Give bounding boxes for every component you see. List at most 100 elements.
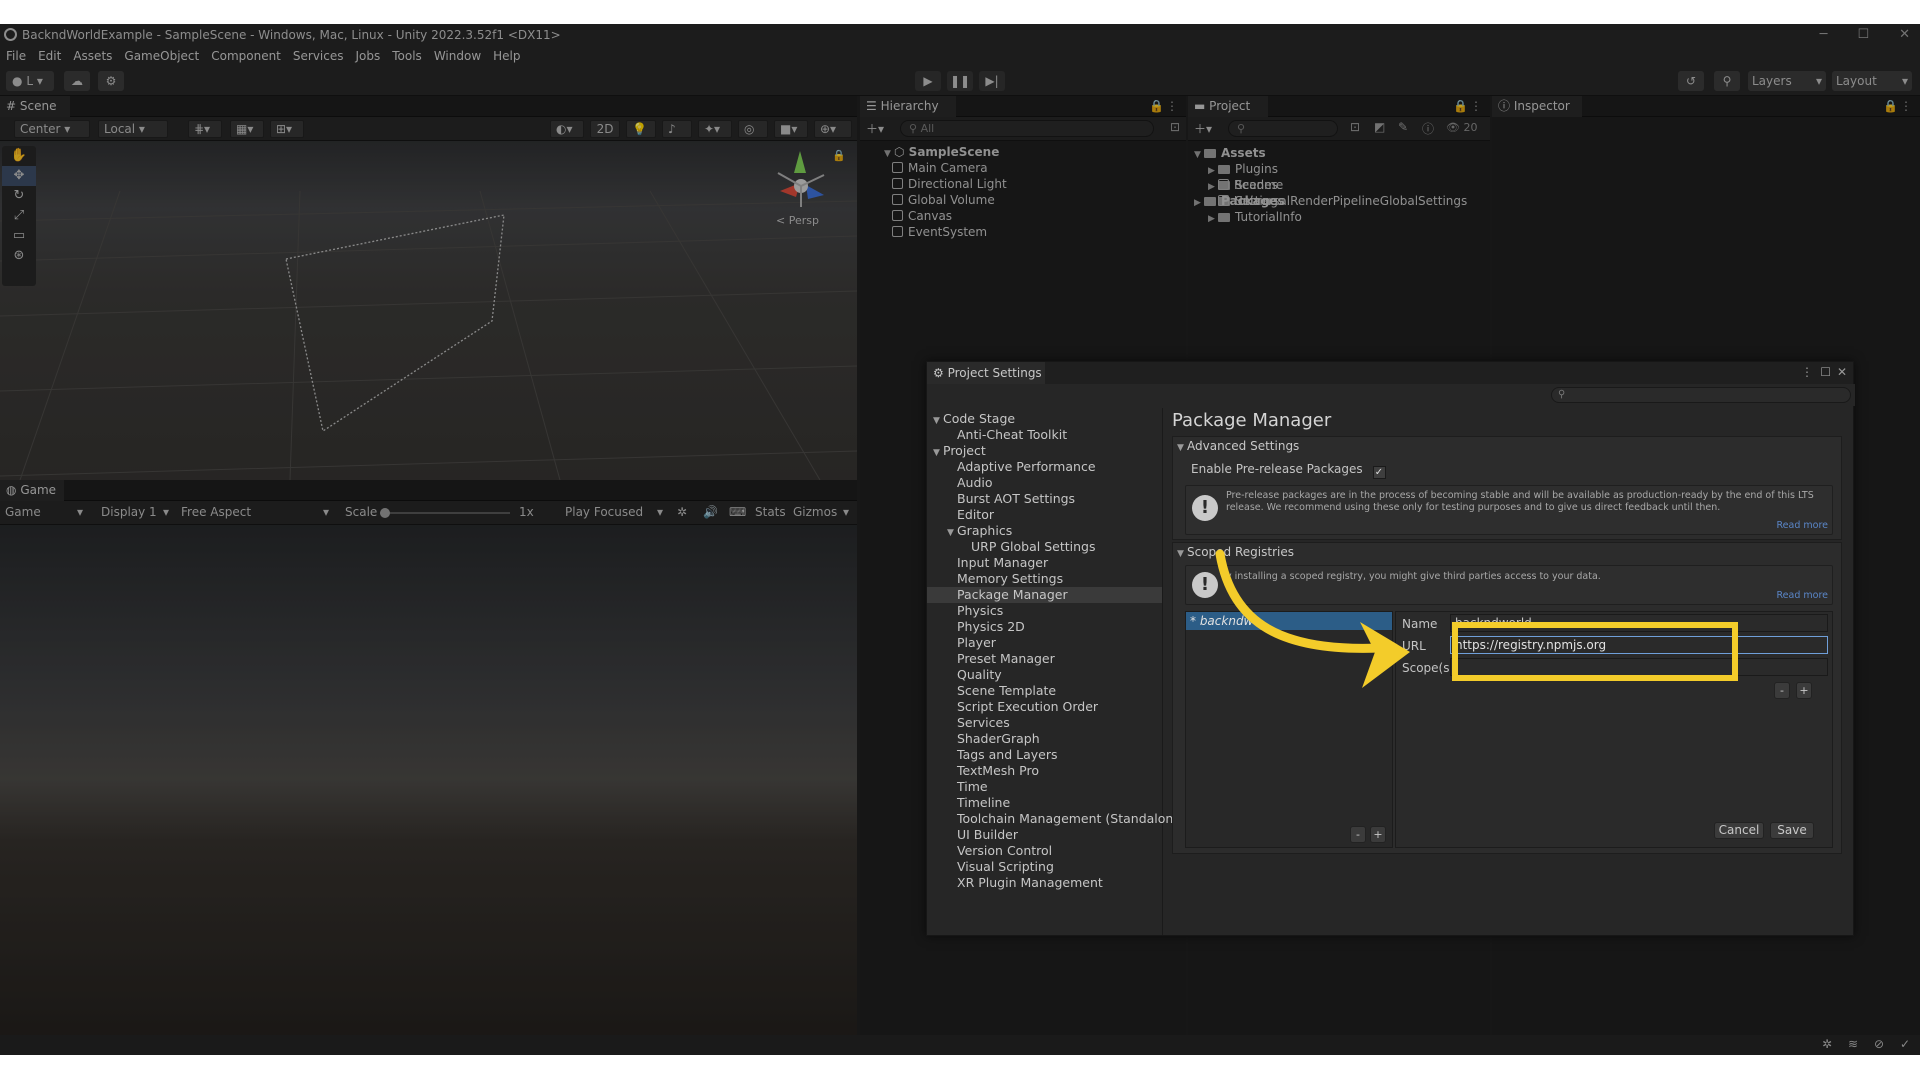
expand-arrow-icon[interactable]: ▼ [1177, 545, 1187, 563]
play-button[interactable]: ▶ [915, 71, 941, 91]
layers-icon[interactable]: ≋ [1848, 1037, 1858, 1051]
settings-item-preset-manager[interactable]: Preset Manager [927, 651, 1162, 667]
layers-dropdown[interactable]: Layers ▾ [1748, 71, 1826, 91]
increment-snap-icon[interactable]: ⊞▾ [270, 120, 304, 138]
settings-item-textmesh-pro[interactable]: TextMesh Pro [927, 763, 1162, 779]
keyboard-icon[interactable]: ⌨ [724, 504, 746, 522]
project-search-input[interactable]: ⚲ [1228, 120, 1338, 137]
scale-tool-icon[interactable]: ⤢ [2, 206, 36, 226]
audio-icon[interactable]: ♪ [662, 120, 692, 138]
tab-hierarchy[interactable]: ☰ Hierarchy [860, 96, 956, 117]
collapse-arrow-icon[interactable]: ▶ [1194, 195, 1204, 211]
snap-icon[interactable]: ⋕▾ [188, 120, 222, 138]
settings-item-physics[interactable]: Physics [927, 603, 1162, 619]
settings-item-script-execution-order[interactable]: Script Execution Order [927, 699, 1162, 715]
account-dropdown[interactable]: ● L ▾ [6, 71, 54, 91]
gizmos-dropdown[interactable]: Gizmos ▾ [788, 504, 854, 522]
menu-item-window[interactable]: Window [434, 46, 481, 66]
projection-label[interactable]: < Persp [776, 214, 819, 227]
settings-item-memory-settings[interactable]: Memory Settings [927, 571, 1162, 587]
display-dropdown[interactable]: Display 1 ▾ [96, 504, 174, 522]
game-view-dropdown[interactable]: Game ▾ [0, 504, 88, 522]
expand-arrow-icon[interactable]: ▼ [1194, 147, 1204, 163]
settings-item-services[interactable]: Services [927, 715, 1162, 731]
expand-arrow-icon[interactable]: ▼ [1177, 439, 1187, 457]
add-icon[interactable]: ＋▾ [1194, 120, 1212, 137]
maximize-button[interactable]: ☐ [1857, 24, 1869, 46]
tab-scene[interactable]: # Scene [0, 96, 70, 117]
settings-item-anti-cheat-toolkit[interactable]: Anti-Cheat Toolkit [927, 427, 1162, 443]
lighting-icon[interactable]: 💡 [626, 120, 656, 138]
remove-scope-button[interactable]: - [1774, 682, 1790, 699]
settings-item-scene-template[interactable]: Scene Template [927, 683, 1162, 699]
lock-icon[interactable]: 🔒 [832, 149, 846, 162]
url-input[interactable]: https://registry.npmjs.org [1450, 636, 1828, 654]
more-icon[interactable]: ⋮ [1470, 99, 1482, 113]
registry-list-item[interactable]: * backndwo [1186, 612, 1392, 630]
lock-icon[interactable]: 🔒 [1453, 99, 1468, 113]
settings-item-adaptive-performance[interactable]: Adaptive Performance [927, 459, 1162, 475]
filter-type-icon[interactable]: ◩ [1374, 120, 1385, 134]
settings-item-time[interactable]: Time [927, 779, 1162, 795]
visibility-icon[interactable]: ◎ [738, 120, 768, 138]
grid-snap-icon[interactable]: ▦▾ [230, 120, 264, 138]
scene-viewport[interactable]: < Persp 🔒 [0, 141, 857, 480]
game-viewport[interactable] [0, 525, 857, 1055]
hierarchy-item[interactable]: Canvas [892, 208, 1186, 224]
settings-search-input[interactable]: ⚲ [1551, 387, 1851, 403]
read-more-link[interactable]: Read more [1777, 520, 1829, 531]
scale-slider[interactable] [380, 508, 510, 518]
advanced-settings-foldout[interactable]: ▼ Advanced Settings [1173, 437, 1841, 455]
settings-item-shadergraph[interactable]: ShaderGraph [927, 731, 1162, 747]
history-icon[interactable]: ↺ [1678, 71, 1704, 91]
info-icon[interactable]: ⓘ [1422, 120, 1434, 137]
settings-item-toolchain-management-standalone[interactable]: Toolchain Management (Standalone [927, 811, 1181, 827]
settings-item-ui-builder[interactable]: UI Builder [927, 827, 1162, 843]
menu-item-file[interactable]: File [6, 46, 26, 66]
settings-item-audio[interactable]: Audio [927, 475, 1162, 491]
tab-game[interactable]: ◍ Game [0, 480, 64, 501]
scoped-registries-foldout[interactable]: ▼ Scoped Registries [1173, 543, 1841, 561]
hierarchy-item[interactable]: Main Camera [892, 160, 1186, 176]
hand-tool-icon[interactable]: ✋ [2, 146, 36, 166]
hierarchy-item[interactable]: EventSystem [892, 224, 1186, 240]
tab-project-settings[interactable]: ⚙ Project Settings [927, 362, 1045, 384]
collapse-arrow-icon[interactable]: ▶ [1208, 211, 1218, 227]
label-icon[interactable]: ✎ [1398, 120, 1408, 134]
more-icon[interactable]: ⋮ [1801, 365, 1813, 379]
bug-icon[interactable]: ✲ [672, 504, 694, 522]
menu-item-services[interactable]: Services [293, 46, 344, 66]
settings-item-package-manager[interactable]: Package Manager [927, 587, 1162, 603]
save-button[interactable]: Save [1770, 822, 1814, 839]
project-file[interactable]: Readme [1194, 177, 1490, 193]
pivot-center-dropdown[interactable]: Center ▾ [14, 120, 90, 138]
hierarchy-item[interactable]: Global Volume [892, 192, 1186, 208]
pivot-local-dropdown[interactable]: Local ▾ [98, 120, 168, 138]
play-focused-dropdown[interactable]: Play Focused ▾ [560, 504, 668, 522]
settings-item-urp-global-settings[interactable]: URP Global Settings [927, 539, 1162, 555]
check-icon[interactable]: ✓ [1900, 1037, 1910, 1051]
step-button[interactable]: ▶| [979, 71, 1005, 91]
add-scope-button[interactable]: + [1796, 682, 1812, 699]
menu-item-component[interactable]: Component [211, 46, 281, 66]
menu-item-jobs[interactable]: Jobs [356, 46, 381, 66]
rotate-tool-icon[interactable]: ↻ [2, 186, 36, 206]
remove-registry-button[interactable]: - [1350, 826, 1366, 843]
settings-item-visual-scripting[interactable]: Visual Scripting [927, 859, 1162, 875]
settings-item-burst-aot-settings[interactable]: Burst AOT Settings [927, 491, 1162, 507]
stats-button[interactable]: Stats [750, 504, 788, 522]
transform-tool-icon[interactable]: ⊛ [2, 246, 36, 266]
expand-arrow-icon[interactable]: ▼ [947, 525, 957, 541]
expand-arrow-icon[interactable]: ▼ [933, 445, 943, 461]
close-window-button[interactable]: ✕ [1899, 24, 1910, 46]
project-folder[interactable]: ▶ Plugins [1194, 161, 1490, 177]
settings-item-xr-plugin-management[interactable]: XR Plugin Management [927, 875, 1162, 891]
bug-icon[interactable]: ✲ [1822, 1037, 1832, 1051]
scene-root-item[interactable]: ▼ ⬡ SampleScene [884, 144, 1186, 160]
tab-project[interactable]: ▬ Project [1188, 96, 1268, 117]
read-more-link[interactable]: Read more [1777, 590, 1829, 601]
add-registry-button[interactable]: + [1370, 826, 1386, 843]
search-type-icon[interactable]: ⊡ [1350, 120, 1360, 134]
expand-arrow-icon[interactable]: ▼ [933, 413, 943, 429]
lock-icon[interactable]: 🔒 [1883, 99, 1898, 113]
